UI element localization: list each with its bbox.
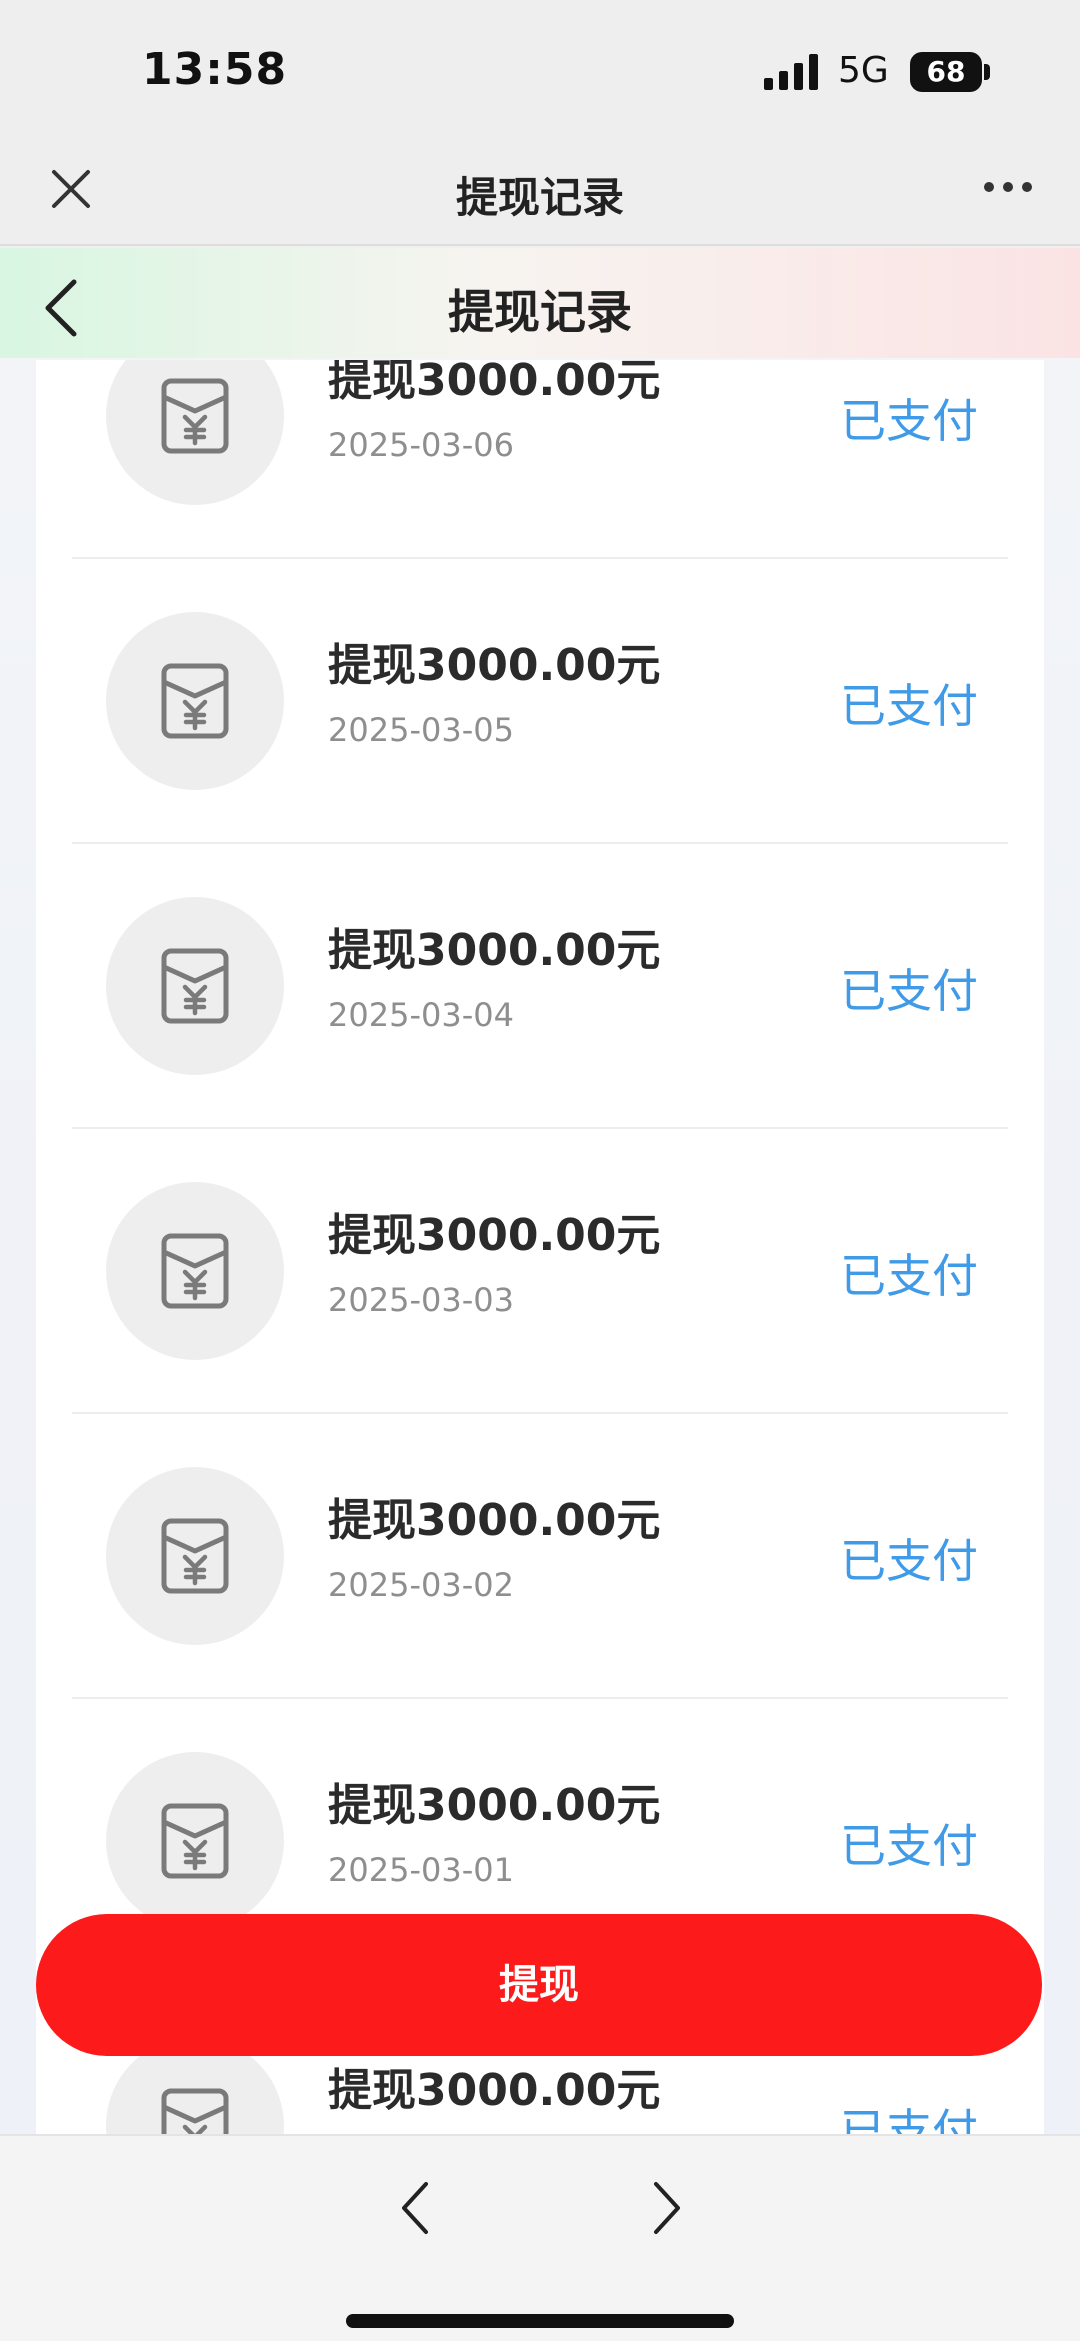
browser-title: 提现记录 (455, 173, 624, 222)
record-icon-circle (106, 1182, 284, 1360)
page-header: 提现记录 (0, 248, 1080, 358)
record-title: 提现3000.00元 (328, 1210, 661, 1261)
page-title: 提现记录 (448, 285, 632, 339)
record-status: 已支付 (840, 1819, 978, 1873)
withdraw-button[interactable]: 提现 (36, 1914, 1042, 2056)
record-row[interactable]: 提现3000.00元 2025-03-02 已支付 (36, 1414, 1044, 1699)
status-time: 13:58 (142, 44, 288, 95)
record-date: 2025-03-06 (328, 426, 514, 464)
record-date: 2025-03-04 (328, 996, 514, 1034)
record-icon-circle (106, 360, 284, 505)
record-title: 提现3000.00元 (328, 1495, 661, 1546)
record-date: 2025-03-05 (328, 711, 514, 749)
record-status: 已支付 (840, 679, 978, 733)
record-title: 提现3000.00元 (328, 2065, 661, 2116)
battery-tip (984, 64, 990, 80)
more-icon[interactable] (984, 182, 1032, 194)
record-date: 2025-03-01 (328, 1851, 514, 1889)
record-status: 已支付 (840, 394, 978, 448)
record-title: 提现3000.00元 (328, 640, 661, 691)
record-row[interactable]: 提现3000.00元 2025-03-04 已支付 (36, 844, 1044, 1129)
record-row[interactable]: 提现3000.00元 2025-03-06 已支付 (36, 360, 1044, 559)
browser-nav-bar: 提现记录 (0, 140, 1080, 246)
record-list-scroll: 提现3000.00元 2025-03-06 已支付 提现3000.00元 2025-03… (36, 360, 1044, 2134)
record-date: 2025-03-03 (328, 1281, 514, 1319)
signal-icon (764, 54, 818, 90)
record-title: 提现3000.00元 (328, 360, 661, 406)
browser-bottom-bar (0, 2134, 1080, 2341)
record-row[interactable]: 提现3000.00元 2025-03-03 已支付 (36, 1129, 1044, 1414)
nav-back-icon[interactable] (398, 2180, 432, 2236)
network-label: 5G (838, 50, 889, 91)
home-indicator (346, 2314, 734, 2328)
record-title: 提现3000.00元 (328, 1780, 661, 1831)
status-bar: 13:58 5G 68 (0, 0, 1080, 140)
record-icon-circle (106, 1467, 284, 1645)
withdraw-record-list[interactable]: 提现3000.00元 2025-03-06 已支付 提现3000.00元 2025-03… (36, 360, 1044, 2134)
record-date: 2025-03-02 (328, 1566, 514, 1604)
record-icon-circle (106, 612, 284, 790)
record-status: 已支付 (840, 964, 978, 1018)
record-status: 已支付 (840, 1249, 978, 1303)
record-icon-circle (106, 897, 284, 1075)
record-row[interactable]: 提现3000.00元 2025-03-05 已支付 (36, 559, 1044, 844)
record-icon-circle (106, 1752, 284, 1930)
record-title: 提现3000.00元 (328, 925, 661, 976)
record-status: 已支付 (840, 1534, 978, 1588)
nav-forward-icon[interactable] (650, 2180, 684, 2236)
record-status: 已支付 (840, 2104, 978, 2134)
battery-icon: 68 (910, 52, 982, 92)
